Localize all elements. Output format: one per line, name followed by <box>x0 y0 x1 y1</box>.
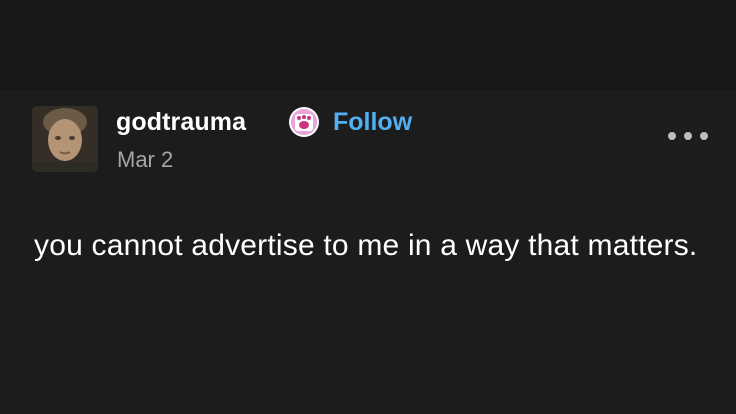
more-dot <box>700 132 708 140</box>
follow-button[interactable]: Follow <box>333 104 412 140</box>
top-band <box>0 0 736 90</box>
more-dot <box>668 132 676 140</box>
avatar-photo-icon <box>32 106 98 172</box>
avatar[interactable] <box>32 106 98 172</box>
post-card: godtrauma Follow Mar 2 you cannot advert… <box>0 90 736 414</box>
paw-badge-icon <box>288 106 320 138</box>
more-options-icon[interactable] <box>668 126 708 146</box>
more-dot <box>684 132 692 140</box>
post-date[interactable]: Mar 2 <box>117 145 173 175</box>
author-username[interactable]: godtrauma <box>116 104 246 140</box>
post-body: you cannot advertise to me in a way that… <box>34 229 698 262</box>
